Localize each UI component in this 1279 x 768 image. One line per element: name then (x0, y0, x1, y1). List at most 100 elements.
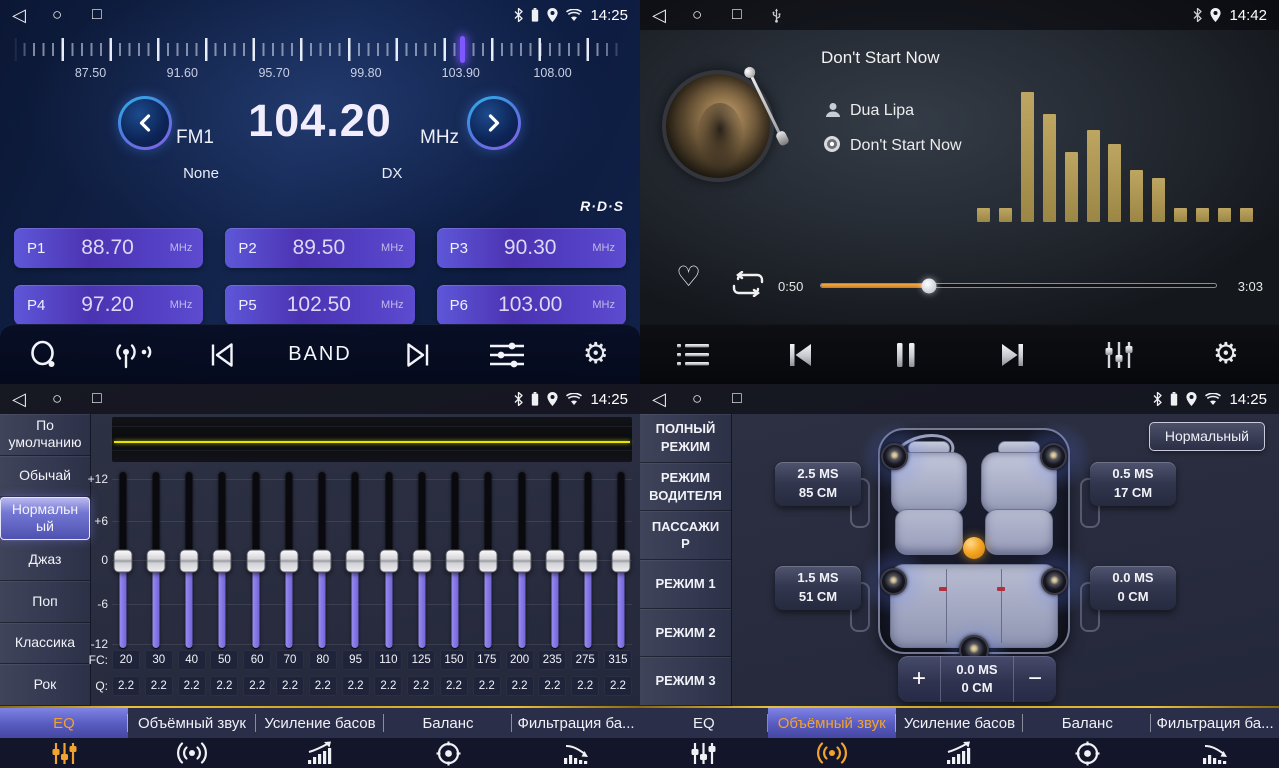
q-value-3[interactable]: 2.2 (210, 676, 238, 696)
tab-balance[interactable]: Баланс (384, 708, 512, 738)
q-value-5[interactable]: 2.2 (276, 676, 304, 696)
sf-mode-5[interactable]: РЕЖИМ 3 (640, 657, 731, 706)
nav-back-icon[interactable]: ◁ (12, 389, 52, 410)
q-value-6[interactable]: 2.2 (309, 676, 337, 696)
eq-preset-0[interactable]: По умолчанию (0, 414, 90, 456)
eq-preset-3[interactable]: Джаз (0, 540, 90, 582)
eq-band-slider-3[interactable] (212, 472, 233, 649)
fc-value-2[interactable]: 40 (178, 650, 206, 670)
radio-preset-P5[interactable]: P5102.50MHz (225, 285, 414, 325)
tab-eq[interactable]: EQ (0, 708, 128, 738)
fc-value-10[interactable]: 150 (440, 650, 468, 670)
fc-value-9[interactable]: 125 (407, 650, 435, 670)
eq-band-slider-4[interactable] (245, 472, 266, 649)
sf-mode-4[interactable]: РЕЖИМ 2 (640, 609, 731, 658)
nav-back-icon[interactable]: ◁ (652, 5, 692, 26)
tab-eq-icon[interactable] (0, 738, 128, 768)
q-value-7[interactable]: 2.2 (342, 676, 370, 696)
eq-band-slider-8[interactable] (378, 472, 399, 649)
q-value-15[interactable]: 2.2 (604, 676, 632, 696)
delay-rear-right-button[interactable]: 0.0 MS0 CM (1090, 566, 1176, 610)
tab-surround-icon[interactable] (768, 738, 896, 768)
q-value-9[interactable]: 2.2 (407, 676, 435, 696)
tab-surround[interactable]: Объёмный звук (128, 708, 256, 738)
sf-mode-1[interactable]: РЕЖИМ ВОДИТЕЛЯ (640, 463, 731, 512)
eq-preset-6[interactable]: Рок (0, 664, 90, 706)
speaker-rear-right-icon[interactable] (1041, 568, 1068, 595)
tab-filter-icon[interactable] (1151, 738, 1279, 768)
eq-band-slider-2[interactable] (179, 472, 200, 649)
broadcast-button[interactable] (111, 339, 155, 371)
fc-value-6[interactable]: 80 (309, 650, 337, 670)
nav-home-icon[interactable]: ○ (52, 389, 92, 409)
tune-up-button[interactable] (467, 96, 521, 150)
fc-value-5[interactable]: 70 (276, 650, 304, 670)
slider-handle[interactable] (213, 549, 232, 572)
tab-balance[interactable]: Баланс (1023, 708, 1151, 738)
eq-preset-2[interactable]: Нормальный (0, 497, 90, 540)
pause-button[interactable] (884, 341, 928, 369)
settings-button[interactable]: ⚙ (1204, 340, 1248, 369)
nav-recents-icon[interactable]: □ (92, 390, 132, 408)
seek-previous-button[interactable] (200, 341, 244, 369)
tab-bass-boost[interactable]: Усиление басов (256, 708, 384, 738)
fc-value-4[interactable]: 60 (243, 650, 271, 670)
nav-back-icon[interactable]: ◁ (12, 5, 52, 26)
fc-value-14[interactable]: 275 (571, 650, 599, 670)
frequency-dial[interactable]: 87.5091.6095.7099.80103.90108.00 (14, 36, 626, 82)
fc-value-0[interactable]: 20 (112, 650, 140, 670)
delay-front-right-button[interactable]: 0.5 MS17 CM (1090, 462, 1176, 506)
slider-handle[interactable] (313, 549, 332, 572)
radio-preset-P2[interactable]: P289.50MHz (225, 228, 414, 268)
slider-handle[interactable] (246, 549, 265, 572)
eq-band-slider-10[interactable] (445, 472, 466, 649)
eq-band-slider-11[interactable] (478, 472, 499, 649)
soundfield-preset-button[interactable]: Нормальный (1149, 422, 1265, 451)
band-button[interactable]: BAND (288, 343, 352, 366)
slider-handle[interactable] (545, 549, 564, 572)
delay-rear-left-button[interactable]: 1.5 MS51 CM (775, 566, 861, 610)
eq-band-slider-14[interactable] (578, 472, 599, 649)
fc-value-15[interactable]: 315 (604, 650, 632, 670)
slider-handle[interactable] (446, 549, 465, 572)
tab-bass-boost-icon[interactable] (896, 738, 1024, 768)
eq-band-slider-1[interactable] (145, 472, 166, 649)
decrease-delay-button[interactable]: − (1014, 656, 1056, 702)
scan-button[interactable] (22, 339, 66, 371)
nav-back-icon[interactable]: ◁ (652, 389, 692, 410)
tab-bass-boost-icon[interactable] (256, 738, 384, 768)
settings-button[interactable]: ⚙ (574, 340, 618, 369)
radio-preset-P1[interactable]: P188.70MHz (14, 228, 203, 268)
eq-band-slider-5[interactable] (278, 472, 299, 649)
q-value-2[interactable]: 2.2 (178, 676, 206, 696)
eq-band-slider-9[interactable] (411, 472, 432, 649)
equalizer-button[interactable] (1097, 341, 1141, 369)
eq-preset-1[interactable]: Обычай (0, 456, 90, 498)
favorite-button[interactable]: ♡ (676, 263, 701, 291)
slider-handle[interactable] (180, 549, 199, 572)
eq-band-slider-15[interactable] (611, 472, 632, 649)
slider-handle[interactable] (379, 549, 398, 572)
seek-next-button[interactable] (396, 341, 440, 369)
nav-recents-icon[interactable]: □ (732, 390, 772, 408)
slider-handle[interactable] (612, 549, 631, 572)
slider-handle[interactable] (412, 549, 431, 572)
nav-recents-icon[interactable]: □ (732, 6, 772, 24)
tab-eq[interactable]: EQ (640, 708, 768, 738)
tab-bass-boost[interactable]: Усиление басов (896, 708, 1024, 738)
q-value-13[interactable]: 2.2 (538, 676, 566, 696)
slider-handle[interactable] (113, 549, 132, 572)
tab-filter-icon[interactable] (512, 738, 640, 768)
q-value-4[interactable]: 2.2 (243, 676, 271, 696)
next-track-button[interactable] (991, 341, 1035, 369)
slider-handle[interactable] (346, 549, 365, 572)
q-value-11[interactable]: 2.2 (473, 676, 501, 696)
fc-value-11[interactable]: 175 (473, 650, 501, 670)
q-value-8[interactable]: 2.2 (374, 676, 402, 696)
speaker-rear-left-icon[interactable] (880, 568, 907, 595)
nav-home-icon[interactable]: ○ (52, 5, 92, 25)
eq-preset-4[interactable]: Поп (0, 581, 90, 623)
speaker-front-right-icon[interactable] (1040, 443, 1067, 470)
fc-value-7[interactable]: 95 (342, 650, 370, 670)
sf-mode-3[interactable]: РЕЖИМ 1 (640, 560, 731, 609)
